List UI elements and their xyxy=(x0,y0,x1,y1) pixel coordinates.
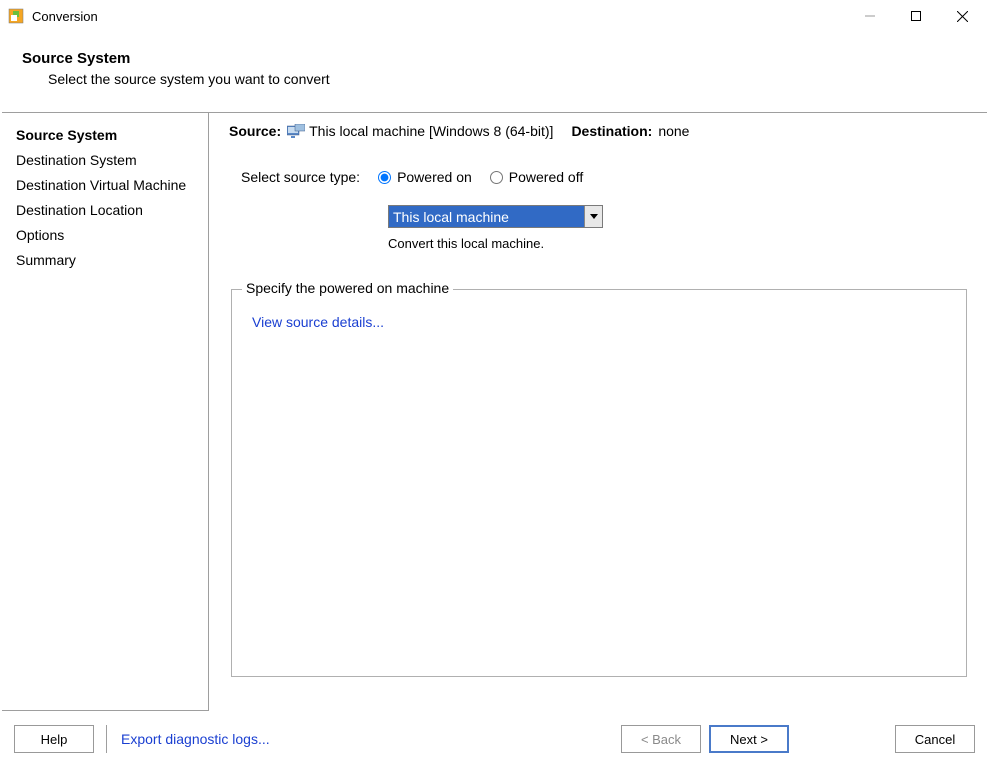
step-destination-vm[interactable]: Destination Virtual Machine xyxy=(16,173,200,198)
source-label: Source: xyxy=(229,123,281,139)
window-title: Conversion xyxy=(32,9,98,24)
minimize-button[interactable] xyxy=(847,1,893,31)
source-destination-row: Source: This local machine [Windows 8 (6… xyxy=(229,123,969,139)
specify-machine-fieldset: Specify the powered on machine View sour… xyxy=(231,289,967,677)
wizard-header: Source System Select the source system y… xyxy=(0,32,989,113)
app-icon xyxy=(8,8,24,24)
cancel-button[interactable]: Cancel xyxy=(895,725,975,753)
chevron-down-icon[interactable] xyxy=(584,206,602,227)
machine-icon xyxy=(287,124,303,138)
export-diagnostic-logs-link[interactable]: Export diagnostic logs... xyxy=(121,731,270,747)
help-button[interactable]: Help xyxy=(14,725,94,753)
window-controls xyxy=(847,1,985,31)
maximize-button[interactable] xyxy=(893,1,939,31)
page-title: Source System xyxy=(22,50,969,67)
fieldset-legend: Specify the powered on machine xyxy=(242,280,453,296)
page-subtitle: Select the source system you want to con… xyxy=(48,71,969,87)
wizard-steps-sidebar: Source System Destination System Destina… xyxy=(2,112,209,711)
close-button[interactable] xyxy=(939,1,985,31)
radio-powered-on[interactable]: Powered on xyxy=(378,169,472,185)
wizard-footer: Help Export diagnostic logs... < Back Ne… xyxy=(0,711,989,763)
radio-powered-off-label: Powered off xyxy=(509,169,583,185)
destination-label: Destination: xyxy=(571,123,652,139)
main-content: Source: This local machine [Windows 8 (6… xyxy=(209,112,987,711)
step-options[interactable]: Options xyxy=(16,223,200,248)
source-machine-dropdown[interactable]: This local machine xyxy=(388,205,603,228)
step-summary[interactable]: Summary xyxy=(16,248,200,273)
view-source-details-link[interactable]: View source details... xyxy=(252,314,384,330)
dropdown-selected-value: This local machine xyxy=(389,206,584,227)
source-value: This local machine [Windows 8 (64-bit)] xyxy=(309,123,553,139)
footer-separator xyxy=(106,725,107,753)
convert-hint-text: Convert this local machine. xyxy=(388,236,969,251)
step-destination-system[interactable]: Destination System xyxy=(16,148,200,173)
titlebar: Conversion xyxy=(0,0,989,32)
step-destination-location[interactable]: Destination Location xyxy=(16,198,200,223)
select-source-type-label: Select source type: xyxy=(241,169,360,185)
radio-powered-on-label: Powered on xyxy=(397,169,472,185)
step-source-system[interactable]: Source System xyxy=(16,123,200,148)
radio-powered-off[interactable]: Powered off xyxy=(490,169,583,185)
destination-value: none xyxy=(658,123,689,139)
next-button[interactable]: Next > xyxy=(709,725,789,753)
back-button[interactable]: < Back xyxy=(621,725,701,753)
